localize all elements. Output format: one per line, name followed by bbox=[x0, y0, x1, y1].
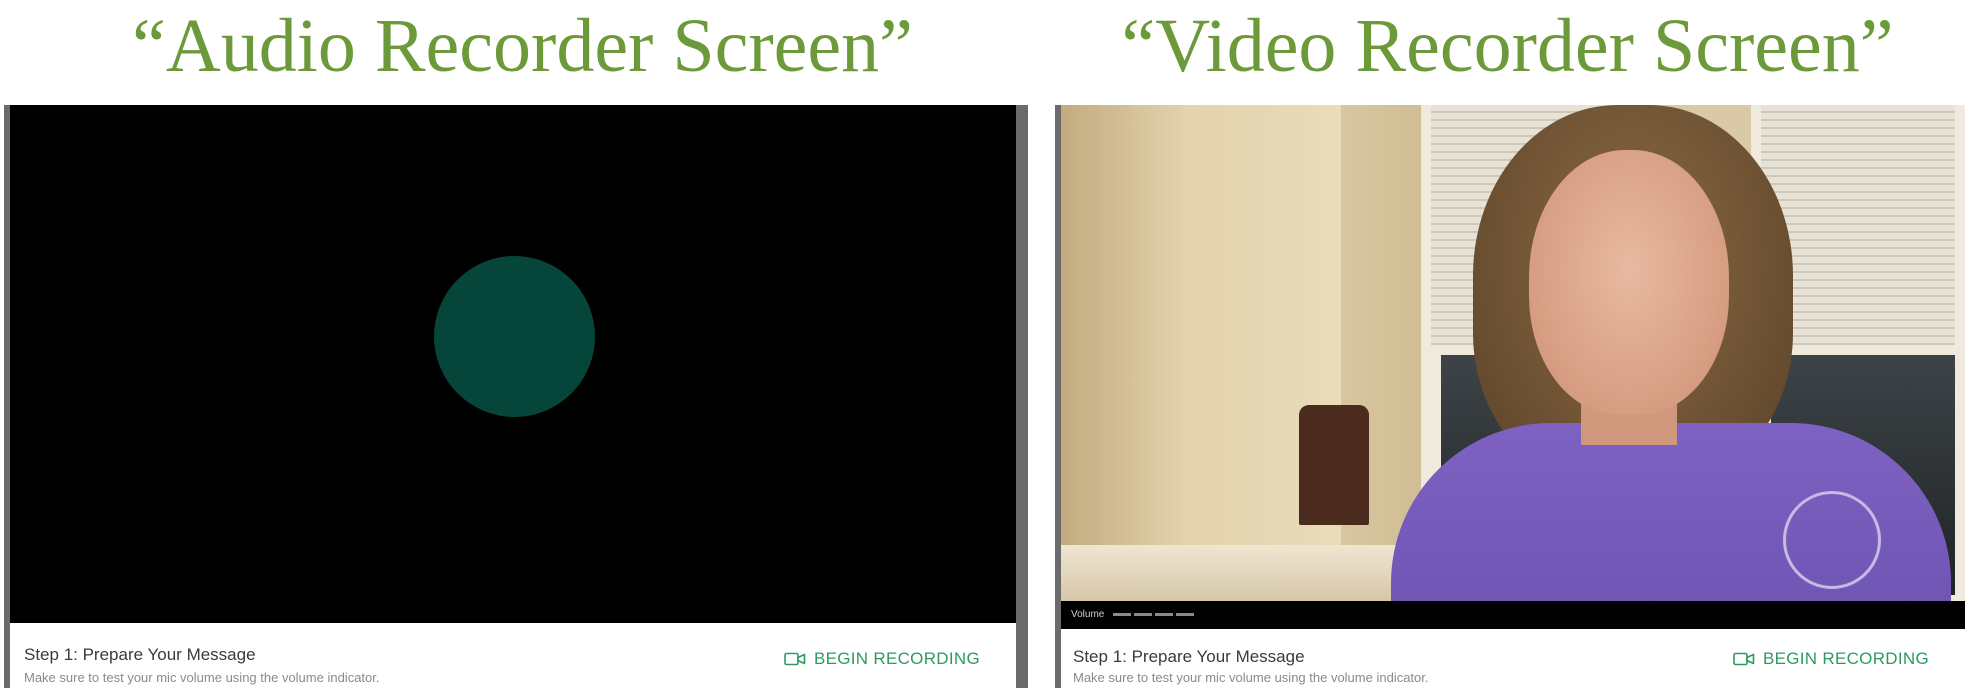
volume-meter-segment bbox=[1113, 613, 1131, 616]
audio-recorder-title: “Audio Recorder Screen” bbox=[132, 4, 913, 88]
begin-recording-button[interactable]: BEGIN RECORDING bbox=[784, 649, 980, 669]
volume-meter-segment bbox=[1155, 613, 1173, 616]
volume-label: Volume bbox=[1071, 609, 1105, 620]
audio-recorder-panel: Step 1: Prepare Your Message Make sure t… bbox=[4, 105, 1028, 688]
person-face bbox=[1529, 150, 1729, 415]
camera-feed bbox=[1061, 105, 1965, 601]
volume-meter bbox=[1113, 613, 1194, 616]
begin-recording-button[interactable]: BEGIN RECORDING bbox=[1733, 649, 1929, 669]
mic-level-indicator bbox=[434, 256, 595, 417]
volume-meter-segment bbox=[1134, 613, 1152, 616]
scene-wall bbox=[1061, 105, 1341, 601]
video-preview-screen: Volume bbox=[1061, 105, 1965, 629]
step-description: Make sure to test your mic volume using … bbox=[1073, 670, 1429, 685]
video-camera-icon bbox=[784, 652, 806, 666]
step-description: Make sure to test your mic volume using … bbox=[24, 670, 380, 685]
scene-chair bbox=[1299, 405, 1369, 525]
video-recorder-title: “Video Recorder Screen” bbox=[1121, 4, 1894, 88]
begin-recording-label: BEGIN RECORDING bbox=[1762, 649, 1929, 668]
audio-visualizer-screen bbox=[10, 105, 1016, 623]
volume-indicator-bar: Volume bbox=[1061, 601, 1965, 629]
begin-recording-label: BEGIN RECORDING bbox=[813, 649, 980, 668]
step-title: Step 1: Prepare Your Message bbox=[1073, 647, 1305, 666]
video-camera-icon bbox=[1733, 652, 1755, 666]
video-recorder-footer: Step 1: Prepare Your Message Make sure t… bbox=[1061, 629, 1965, 688]
step-title: Step 1: Prepare Your Message bbox=[24, 645, 256, 664]
video-recorder-panel: Volume Step 1: Prepare Your Message Make… bbox=[1055, 105, 1965, 688]
audio-recorder-footer: Step 1: Prepare Your Message Make sure t… bbox=[10, 623, 1016, 688]
shirt-logo bbox=[1783, 491, 1881, 589]
volume-meter-segment bbox=[1176, 613, 1194, 616]
